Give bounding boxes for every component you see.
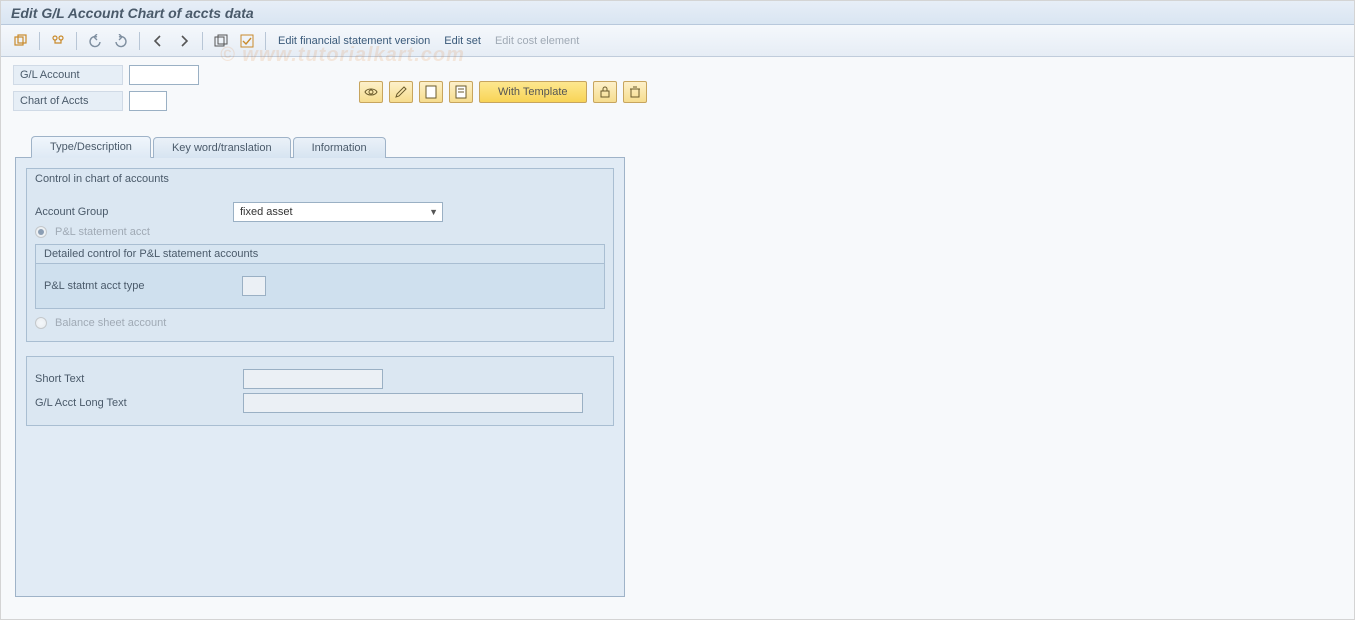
display-icon[interactable] [359,81,383,103]
lock-icon[interactable] [593,81,617,103]
toolbar: Edit financial statement version Edit se… [1,25,1354,57]
long-text-input[interactable] [243,393,583,413]
gl-account-input[interactable] [129,65,199,85]
tab-information[interactable]: Information [293,137,386,158]
with-template-label: With Template [498,86,568,98]
window: Edit G/L Account Chart of accts data [0,0,1355,620]
balance-sheet-radio[interactable] [35,317,47,329]
tab-type-description[interactable]: Type/Description [31,136,151,158]
header-action-row: With Template [359,81,647,103]
tabstrip: Type/Description Key word/translation In… [1,135,1354,157]
check-icon[interactable] [237,31,257,51]
subgroup-pl-detail: Detailed control for P&L statement accou… [35,244,605,309]
pl-type-label: P&L statmt acct type [44,280,234,292]
separator [139,32,140,50]
account-group-label: Account Group [35,206,225,218]
chevron-down-icon: ▼ [429,207,438,217]
delete-icon[interactable] [623,81,647,103]
undo-icon[interactable] [85,31,105,51]
group-description-texts: Short Text G/L Acct Long Text [26,356,614,426]
edit-fsv-link[interactable]: Edit financial statement version [274,35,434,47]
long-text-label: G/L Acct Long Text [35,397,235,409]
subgroup-pl-title: Detailed control for P&L statement accou… [36,245,604,264]
group-control-title: Control in chart of accounts [27,169,613,190]
next-icon[interactable] [174,31,194,51]
account-group-value: fixed asset [240,206,293,218]
separator [39,32,40,50]
separator [76,32,77,50]
pl-statement-radio[interactable] [35,226,47,238]
chart-of-accts-input[interactable] [129,91,167,111]
tab-body: Control in chart of accounts Account Gro… [15,157,625,597]
display-change-icon[interactable] [211,31,231,51]
group-control-chart-of-accounts: Control in chart of accounts Account Gro… [26,168,614,342]
edit-set-link[interactable]: Edit set [440,35,485,47]
header-area: G/L Account Chart of Accts With Template [1,57,1354,115]
titlebar: Edit G/L Account Chart of accts data [1,1,1354,25]
short-text-label: Short Text [35,373,235,385]
where-used-icon[interactable] [48,31,68,51]
create-icon[interactable] [419,81,443,103]
pl-type-input [242,276,266,296]
edit-cost-element-link: Edit cost element [491,35,583,47]
prev-icon[interactable] [148,31,168,51]
with-template-button[interactable]: With Template [479,81,587,103]
header-fields: G/L Account Chart of Accts [13,65,199,111]
account-group-dropdown[interactable]: fixed asset ▼ [233,202,443,222]
create-with-ref-icon[interactable] [449,81,473,103]
chart-of-accts-label: Chart of Accts [13,91,123,111]
redo-icon[interactable] [111,31,131,51]
gl-account-label: G/L Account [13,65,123,85]
separator [202,32,203,50]
pl-statement-radio-label: P&L statement acct [55,226,150,238]
other-object-icon[interactable] [11,31,31,51]
change-icon[interactable] [389,81,413,103]
tab-keyword-translation[interactable]: Key word/translation [153,137,291,158]
short-text-input[interactable] [243,369,383,389]
page-title: Edit G/L Account Chart of accts data [11,5,254,21]
separator [265,32,266,50]
balance-sheet-radio-label: Balance sheet account [55,317,166,329]
